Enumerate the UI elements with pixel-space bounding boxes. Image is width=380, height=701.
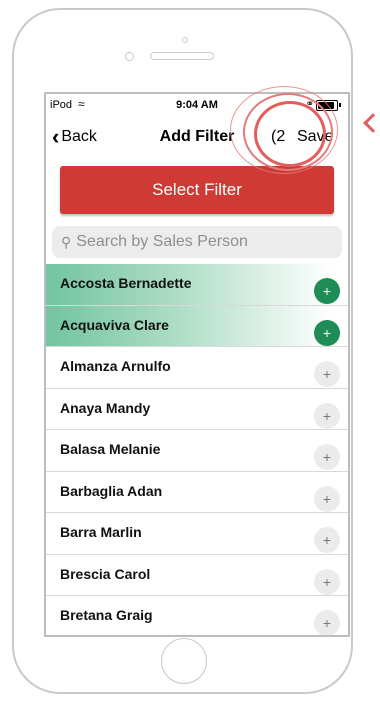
plus-icon[interactable]: + xyxy=(314,527,340,553)
list-item-name: Acquaviva Clare xyxy=(60,316,169,333)
list-item[interactable]: Anaya Mandy + xyxy=(46,389,348,430)
list-item[interactable]: Bretana Graig + xyxy=(46,596,348,635)
list-item-name: Almanza Arnulfo xyxy=(60,358,171,374)
list-item-name: Anaya Mandy xyxy=(60,399,151,416)
sales-person-list: Accosta Bernadette + Acquaviva Clare + A… xyxy=(46,264,348,635)
earpiece-speaker xyxy=(150,52,214,60)
list-item-name: Bretana Graig xyxy=(60,607,153,623)
list-item[interactable]: Acquaviva Clare + xyxy=(46,305,348,347)
list-item[interactable]: Barbaglia Adan + xyxy=(46,472,348,513)
plus-icon[interactable]: + xyxy=(314,568,340,595)
plus-icon[interactable]: + xyxy=(314,278,340,304)
list-item-name: Accosta Bernadette xyxy=(60,275,192,291)
search-icon: ⚲ xyxy=(61,233,72,250)
battery-tip-icon xyxy=(339,103,341,107)
list-item[interactable]: Accosta Bernadette + xyxy=(46,264,348,306)
search-placeholder: Search by Sales Person xyxy=(76,233,248,250)
tap-highlight-ring-inner xyxy=(254,101,326,167)
plus-icon[interactable]: + xyxy=(314,361,340,387)
list-item-name: Barbaglia Adan xyxy=(60,482,163,499)
plus-icon[interactable]: + xyxy=(314,402,340,429)
list-item[interactable]: Balasa Melanie + xyxy=(46,430,348,472)
list-item[interactable]: Almanza Arnulfo + xyxy=(46,347,348,389)
list-item[interactable]: Barra Marlin + xyxy=(46,513,348,555)
sensor-dot xyxy=(182,37,188,43)
list-item-name: Balasa Melanie xyxy=(60,441,161,457)
search-input[interactable]: ⚲ Search by Sales Person xyxy=(52,226,342,258)
list-item-name: Brescia Carol xyxy=(60,565,151,582)
plus-icon[interactable]: + xyxy=(314,444,340,470)
plus-icon[interactable]: + xyxy=(314,319,340,346)
pointer-arrow-icon xyxy=(363,113,380,133)
plus-icon[interactable]: + xyxy=(314,610,340,635)
list-item[interactable]: Brescia Carol + xyxy=(46,555,348,596)
front-camera xyxy=(125,52,134,61)
plus-icon[interactable]: + xyxy=(314,485,340,512)
app-screen: iPod ≈ 9:04 AM ⚭ ‹ Back Add Filter (2 Sa… xyxy=(44,92,350,637)
home-button[interactable] xyxy=(161,638,207,684)
list-item-name: Barra Marlin xyxy=(60,524,142,540)
